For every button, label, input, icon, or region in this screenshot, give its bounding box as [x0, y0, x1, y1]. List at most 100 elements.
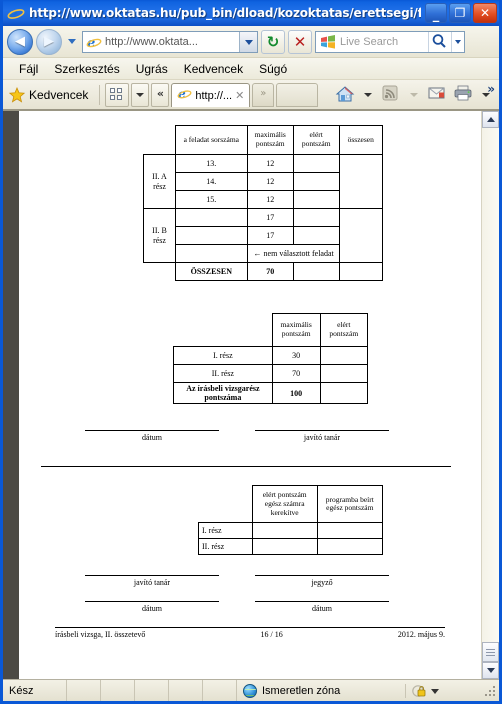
- browser-window: e http://www.oktatas.hu/pub_bin/dload/ko…: [0, 0, 502, 704]
- menu-item-help[interactable]: Súgó: [251, 60, 295, 78]
- table-header-blank: [199, 486, 253, 523]
- tab-favicon-icon: e: [177, 86, 192, 106]
- cell-max-score: 12: [246, 190, 294, 209]
- maximize-button[interactable]: ❐: [449, 3, 471, 23]
- table-exam-summary: maximális pontszám elért pontszám I. rés…: [173, 313, 369, 405]
- address-bar[interactable]: e http://www.oktata...: [82, 30, 258, 53]
- signature-line: [255, 601, 389, 603]
- window-title: http://www.oktatas.hu/pub_bin/dload/kozo…: [29, 6, 421, 20]
- signature-caption: dátum: [142, 433, 162, 443]
- menu-item-favorites[interactable]: Kedvencek: [176, 60, 251, 78]
- tab-close-icon[interactable]: ✕: [235, 89, 244, 102]
- favorites-button[interactable]: Kedvencek: [7, 85, 94, 105]
- toolbar-overflow-button[interactable]: »: [487, 82, 495, 96]
- cell-achieved-score: [319, 381, 369, 405]
- toolbar-separator: [99, 84, 101, 105]
- menu-item-file[interactable]: Fájl: [11, 60, 46, 78]
- back-arrow-icon: ◀: [15, 33, 25, 49]
- home-button[interactable]: [333, 83, 357, 107]
- new-tab-button[interactable]: [276, 82, 319, 107]
- status-pane-1: [67, 680, 101, 701]
- cell-max-score: 30: [271, 346, 321, 365]
- star-icon: [8, 86, 26, 103]
- cell-task-number: 15.: [175, 190, 248, 209]
- table-row: I. rész: [198, 522, 384, 540]
- menu-item-go[interactable]: Ugrás: [128, 60, 176, 78]
- table-header-total: összesen: [338, 125, 384, 155]
- tab-scroll-right-button[interactable]: »: [252, 82, 275, 107]
- close-icon: ✕: [479, 6, 491, 20]
- table-header-blank: [174, 314, 273, 347]
- home-dropdown-button[interactable]: [359, 83, 377, 107]
- minimize-button[interactable]: _: [425, 3, 447, 23]
- scroll-up-button[interactable]: [482, 111, 499, 128]
- cell-total-label: ÖSSZESEN: [175, 262, 248, 281]
- signature-caption: javító tanár: [303, 433, 341, 443]
- maximize-icon: ❐: [454, 6, 466, 20]
- chevron-down-icon: [431, 688, 439, 694]
- address-dropdown-button[interactable]: [239, 31, 257, 52]
- mail-button[interactable]: [425, 83, 449, 107]
- browser-tab[interactable]: e http://... ✕: [171, 83, 251, 107]
- table-row: II. rész 70: [173, 364, 369, 383]
- search-box[interactable]: Live Search: [315, 30, 465, 53]
- status-pane-5: [203, 680, 237, 701]
- security-dropdown-button[interactable]: [431, 685, 439, 697]
- search-input[interactable]: Live Search: [340, 36, 428, 48]
- status-pane-3: [135, 680, 169, 701]
- signature-date-left: dátum: [67, 601, 237, 613]
- cell-total-achieved: [292, 262, 340, 281]
- chevron-down-icon: [410, 92, 418, 97]
- scroll-down-button[interactable]: [482, 662, 499, 679]
- cell-entered-score: [316, 538, 384, 556]
- menu-item-edit[interactable]: Szerkesztés: [46, 60, 127, 78]
- back-button[interactable]: ◀: [7, 28, 33, 55]
- cell-max-score: 12: [246, 172, 294, 191]
- security-zone-indicator[interactable]: Ismeretlen zóna: [237, 683, 406, 698]
- cell-achieved-score: [292, 208, 340, 227]
- resize-grip[interactable]: [482, 683, 498, 699]
- quick-tabs-dropdown-button[interactable]: [131, 82, 150, 107]
- cell-achieved-score: [319, 364, 369, 383]
- cell-task-number-empty: [175, 244, 248, 263]
- footer-date: 2012. május 9.: [397, 630, 445, 640]
- forward-button[interactable]: ▶: [36, 28, 62, 55]
- chevron-down-icon: [455, 39, 461, 44]
- rss-feed-icon: [382, 85, 398, 100]
- status-text: Kész: [3, 680, 67, 701]
- cell-task-number: 13.: [175, 154, 248, 173]
- quick-tabs-button[interactable]: [105, 82, 130, 107]
- chevron-down-icon: [245, 39, 253, 45]
- table-row: ← nem választott feladat: [144, 244, 384, 263]
- chevron-up-icon: [487, 117, 495, 122]
- cell-achieved-score: [292, 190, 340, 209]
- signature-line: [255, 430, 389, 432]
- table-part-two-scores: a feladat sorszáma maximális pontszám el…: [142, 125, 384, 281]
- lock-icon: [412, 684, 427, 698]
- page-viewport: a feladat sorszáma maximális pontszám el…: [3, 110, 499, 679]
- address-input[interactable]: http://www.oktata...: [105, 36, 239, 48]
- history-dropdown-button[interactable]: [65, 29, 79, 55]
- close-button[interactable]: ✕: [473, 3, 497, 23]
- navigation-toolbar: ◀ ▶ e http://www.oktata... ↻ ✕ Live Sear…: [3, 26, 499, 58]
- signature-line: [85, 430, 219, 432]
- search-dropdown-button[interactable]: [451, 31, 464, 52]
- stop-icon: ✕: [293, 32, 307, 51]
- signature-block-third: dátum dátum: [33, 601, 467, 613]
- page-margin-gutter: [3, 111, 19, 679]
- cell-max-score: 17: [246, 226, 294, 245]
- cell-entered-score: [316, 522, 384, 540]
- chevron-down-icon: [487, 668, 495, 673]
- search-button[interactable]: [428, 31, 451, 52]
- vertical-scrollbar[interactable]: [481, 111, 499, 679]
- stop-button[interactable]: ✕: [288, 29, 312, 54]
- print-button[interactable]: [451, 83, 475, 107]
- internet-explorer-icon: e: [7, 4, 25, 22]
- chevron-down-icon: [136, 92, 145, 97]
- refresh-button[interactable]: ↻: [261, 29, 285, 54]
- tab-scroll-left-button[interactable]: «: [151, 82, 170, 107]
- row-label-part-one: I. rész: [173, 346, 273, 365]
- scrollbar-thumb[interactable]: [482, 642, 499, 662]
- protected-mode-indicator[interactable]: [406, 684, 482, 698]
- scrollbar-track[interactable]: [482, 128, 499, 662]
